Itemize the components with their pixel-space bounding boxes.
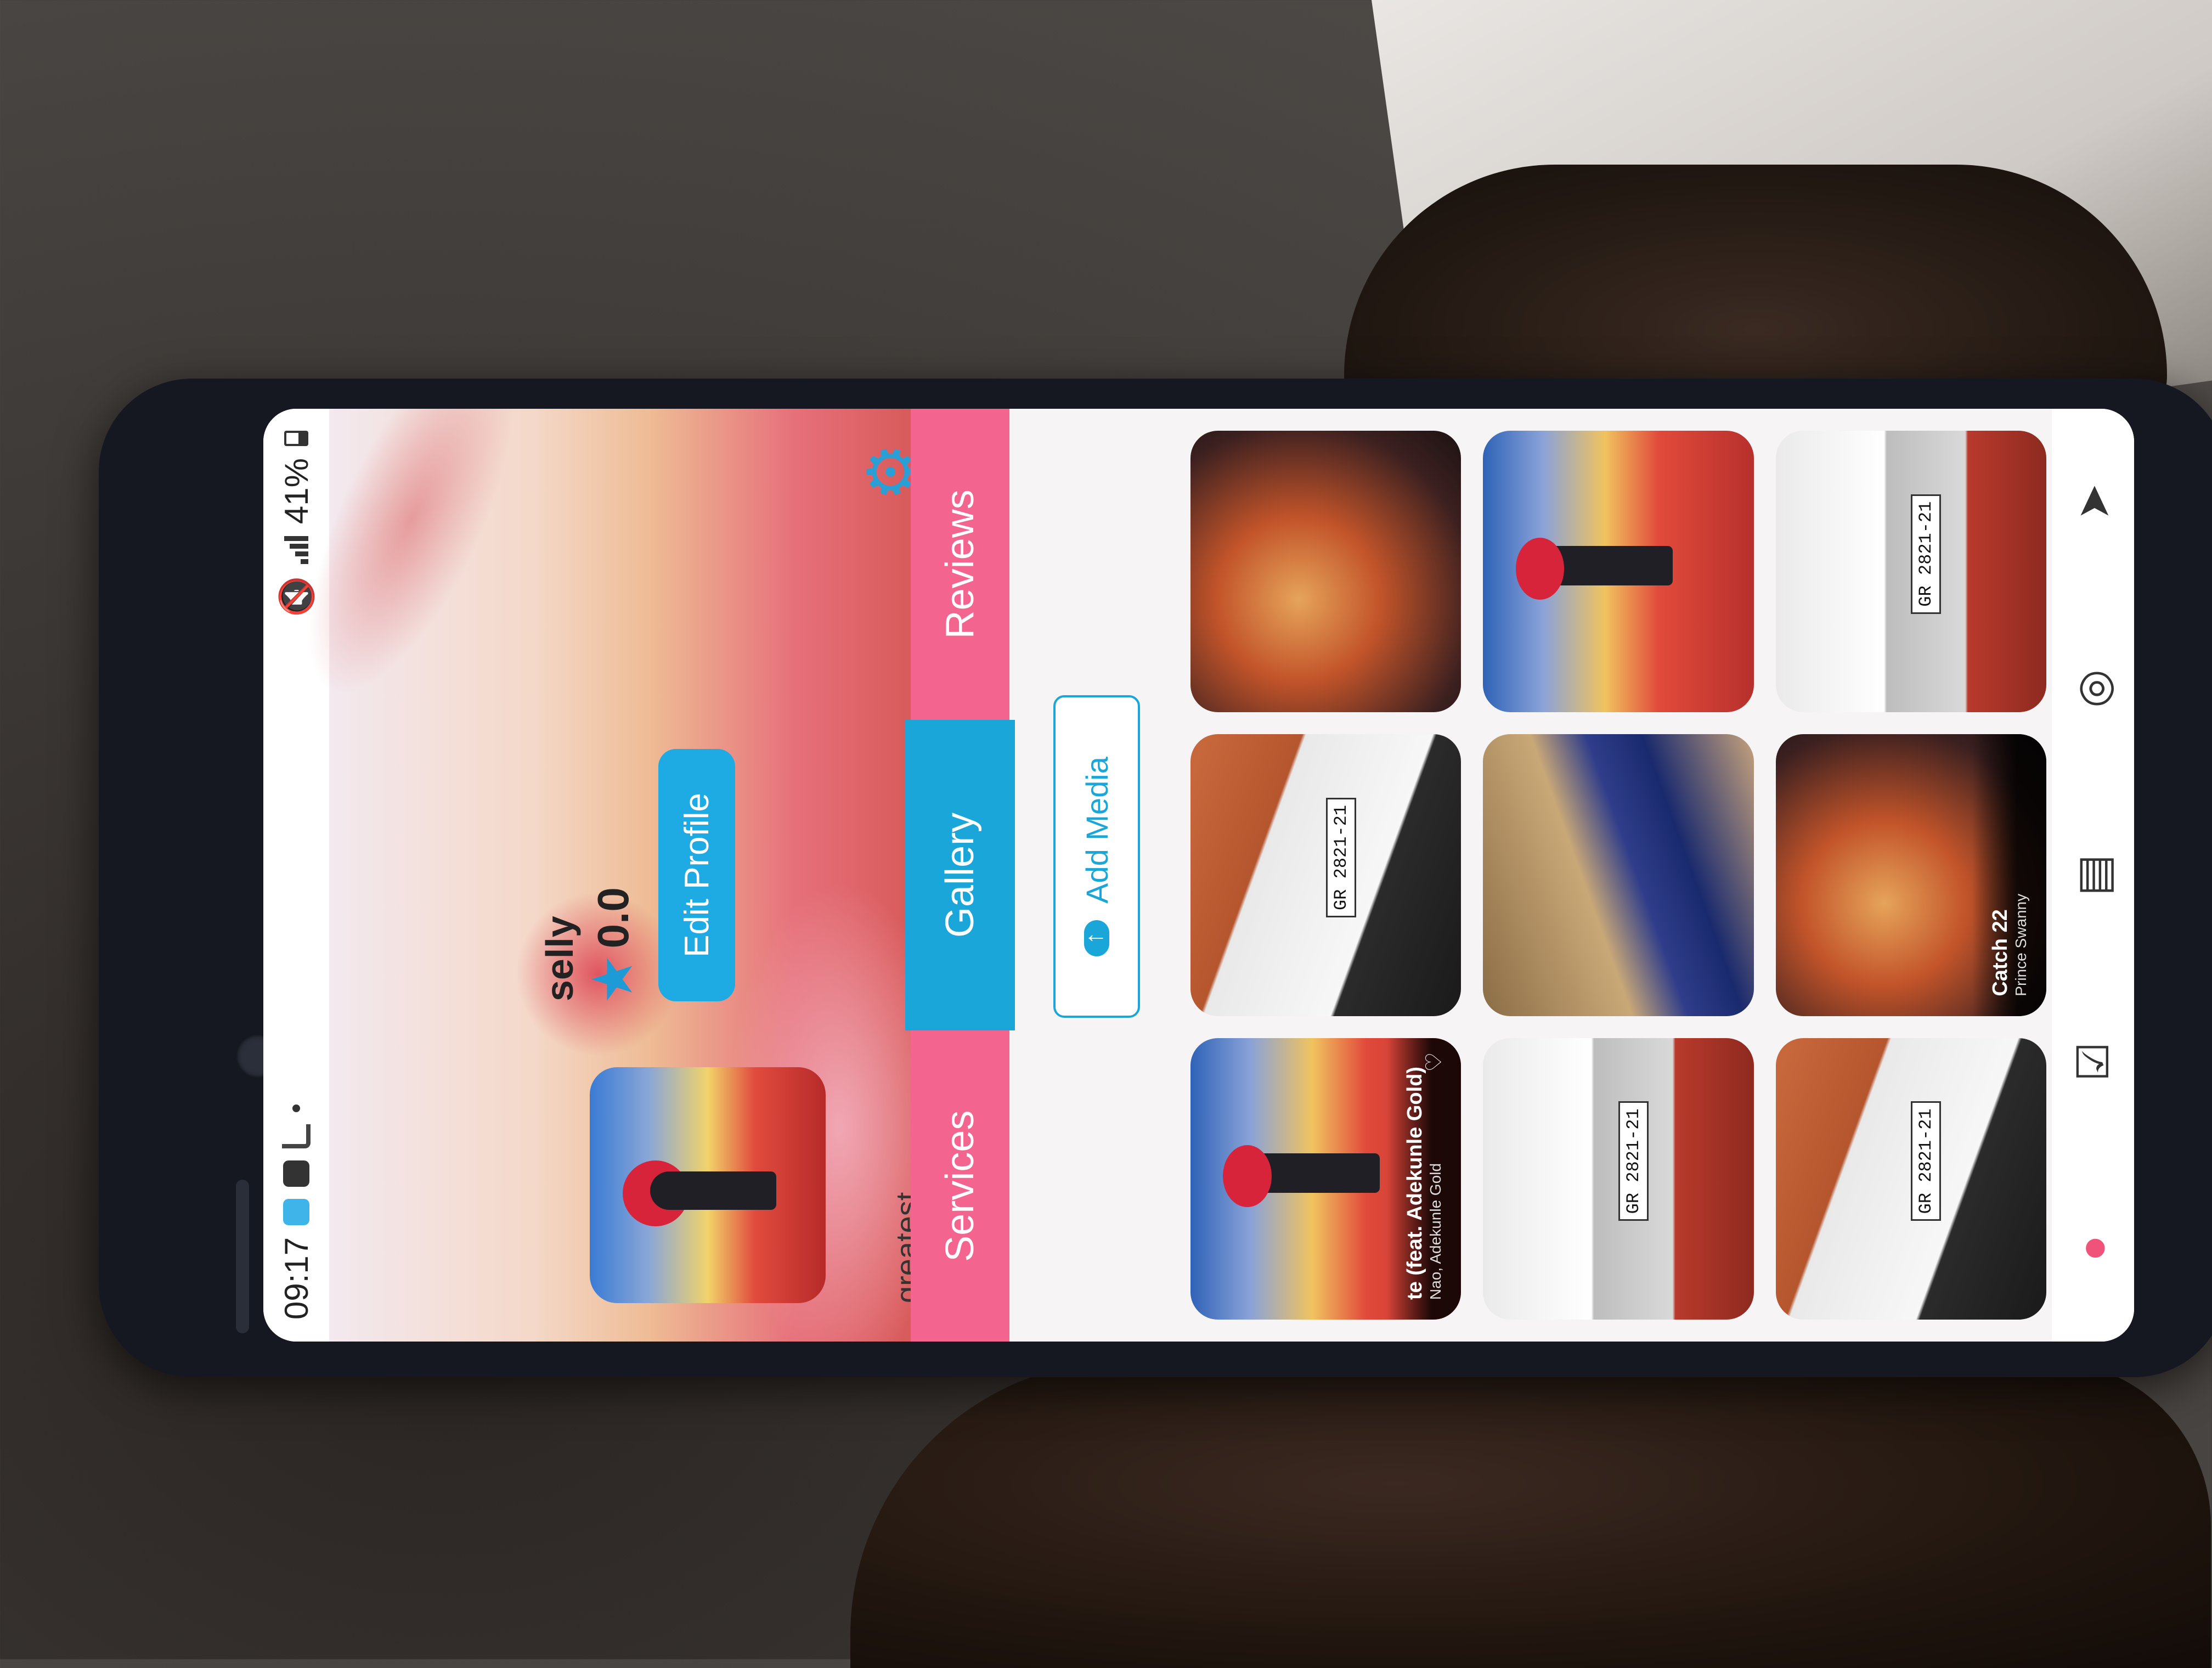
- gallery-item[interactable]: GR 2821-21: [1775, 431, 2046, 713]
- send-icon[interactable]: ➤: [2060, 469, 2126, 535]
- more-notifications-icon: [292, 1104, 300, 1112]
- battery-percent: 41%: [278, 458, 315, 525]
- star-icon: ★: [586, 957, 641, 1001]
- gallery-grid: te (feat. Adekunle Gold) Nao, Adekunle G…: [1190, 431, 2046, 1320]
- gallery-item-title: te (feat. Adekunle Gold): [1403, 1066, 1427, 1300]
- gallery-item-subtitle: Nao, Adekunle Gold: [1427, 1163, 1444, 1300]
- coins-icon[interactable]: ◎: [2060, 656, 2126, 722]
- status-time: 09:17: [278, 1237, 315, 1320]
- tab-gallery[interactable]: Gallery: [905, 719, 1015, 1031]
- battery-icon: [284, 431, 308, 446]
- profile-header: selly ★ 0.0 Edit Profile greatest: [266, 409, 955, 1342]
- license-plate: GR 2821-21: [1911, 494, 1942, 614]
- profile-tabs: Services Gallery Reviews: [905, 409, 1015, 1342]
- gallery-item-subtitle: Prince Swanny: [2012, 893, 2029, 996]
- phone-screen: 09:17 🔇 41% selly ★: [263, 409, 2134, 1342]
- gallery-item[interactable]: [1190, 431, 1462, 713]
- earpiece-speaker: [236, 1180, 249, 1333]
- gallery-item[interactable]: GR 2821-21: [1483, 1038, 1754, 1320]
- gallery-item[interactable]: [1483, 734, 1754, 1016]
- edit-profile-button[interactable]: Edit Profile: [658, 749, 735, 1001]
- youtube-notification-icon: [283, 1160, 309, 1187]
- gallery-item[interactable]: GR 2821-21: [1190, 734, 1462, 1016]
- cloud-upload-icon: [1084, 920, 1109, 956]
- bottom-navigation: ● ☑ ▤ ◎ ➤: [2052, 409, 2134, 1342]
- profile-rating: ★ 0.0: [584, 887, 642, 1001]
- avatar[interactable]: [590, 1067, 826, 1303]
- checklist-icon[interactable]: ☑: [2060, 1029, 2126, 1095]
- signal-icon: [284, 536, 308, 565]
- hand-thumb-bottom: [850, 1361, 2211, 1668]
- document-icon[interactable]: ▤: [2060, 842, 2126, 908]
- license-plate: GR 2821-21: [1911, 1101, 1942, 1221]
- rating-value: 0.0: [588, 887, 637, 949]
- heart-icon[interactable]: ♡: [1421, 1052, 1447, 1072]
- license-plate: GR 2821-21: [1618, 1101, 1649, 1221]
- tab-reviews[interactable]: Reviews: [911, 409, 1009, 720]
- tab-services[interactable]: Services: [911, 1030, 1009, 1342]
- add-media-label: Add Media: [1079, 757, 1114, 904]
- gallery-item-title: Catch 22: [1989, 909, 2012, 996]
- profile-name: selly: [538, 916, 581, 1001]
- app-portrait-view: 09:17 🔇 41% selly ★: [263, 409, 2134, 1342]
- gallery-item[interactable]: te (feat. Adekunle Gold) Nao, Adekunle G…: [1190, 1038, 1462, 1320]
- add-media-button[interactable]: Add Media: [1053, 695, 1140, 1018]
- gallery-item[interactable]: Catch 22 Prince Swanny: [1775, 734, 2046, 1016]
- profile-icon[interactable]: ●: [2060, 1215, 2126, 1281]
- license-plate: GR 2821-21: [1325, 797, 1356, 918]
- gallery-item[interactable]: GR 2821-21: [1775, 1038, 2046, 1320]
- download-notification-icon: [282, 1124, 311, 1148]
- app-notification-icon: [283, 1198, 309, 1225]
- gallery-item[interactable]: [1483, 431, 1754, 713]
